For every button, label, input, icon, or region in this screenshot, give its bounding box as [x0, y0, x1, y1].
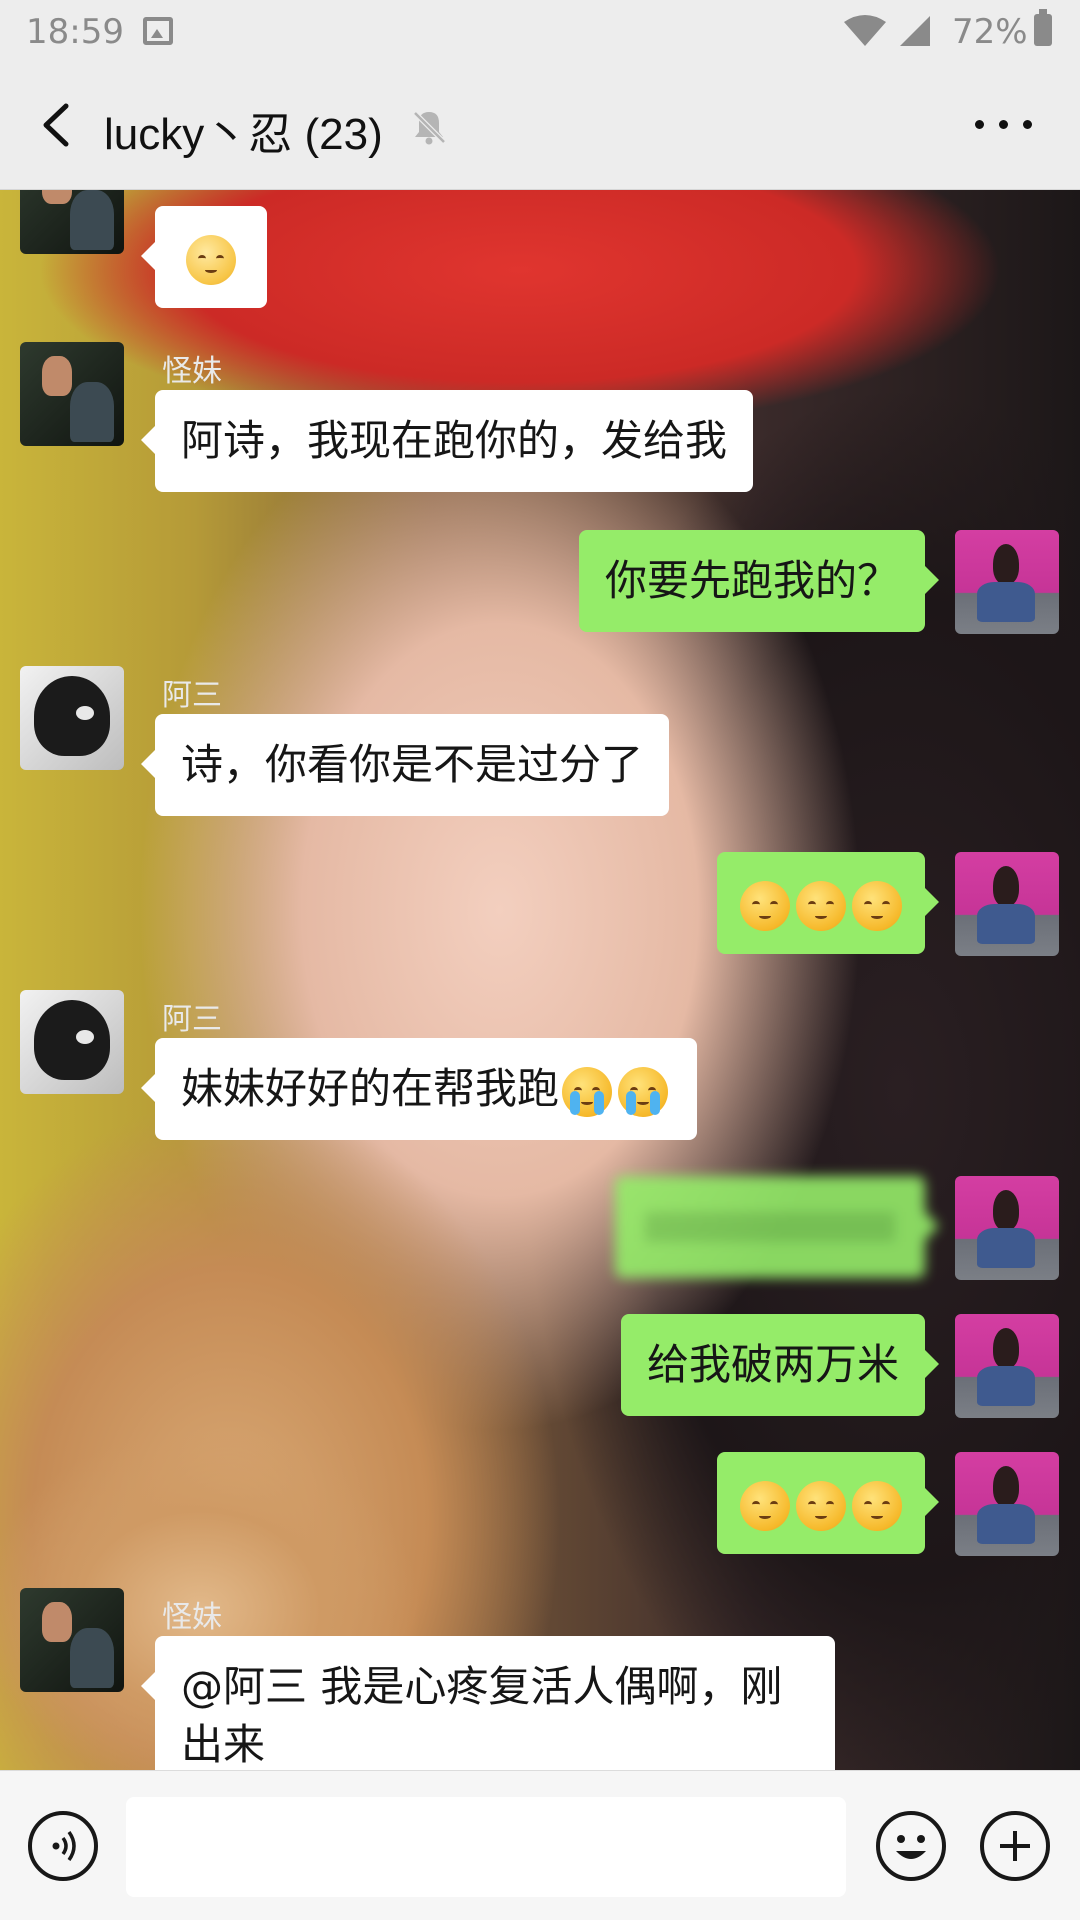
message-bubble[interactable] — [717, 1452, 939, 1554]
avatar[interactable] — [955, 1314, 1059, 1418]
smile-emoji-icon — [852, 1480, 902, 1531]
crying-emoji-icon — [618, 1066, 669, 1117]
message-input[interactable] — [126, 1797, 846, 1897]
mute-icon — [413, 111, 446, 145]
avatar[interactable] — [955, 530, 1059, 634]
avatar[interactable] — [20, 342, 124, 446]
chat-header: lucky丶忍 (23) — [0, 62, 1080, 190]
avatar[interactable] — [955, 1176, 1059, 1280]
message-bubble[interactable]: 给我破两万米 — [620, 1314, 940, 1416]
message-text: 阿诗，我现在跑你的，发给我 — [181, 416, 728, 465]
message-bubble[interactable]: 阿诗，我现在跑你的，发给我 — [140, 390, 754, 492]
emoji-icon[interactable] — [876, 1811, 946, 1881]
message-bubble[interactable]: 诗，你看你是不是过分了 — [140, 714, 670, 816]
smile-emoji-icon — [740, 1480, 790, 1531]
wifi-icon — [844, 15, 886, 46]
message-bubble[interactable]: 你要先跑我的？ — [578, 530, 940, 632]
chat-title: lucky丶忍 (23) — [104, 110, 383, 159]
battery-icon — [1034, 9, 1052, 46]
chat-area[interactable]: 怪妹 阿诗，我现在跑你的，发给我 你要先跑我的？ 阿三 诗，你看你是不是过分了 … — [0, 190, 1080, 1770]
message-bubble[interactable] — [141, 206, 267, 308]
battery-percent: 72% — [952, 12, 1028, 52]
sender-name: 阿三 — [162, 678, 222, 713]
avatar[interactable] — [20, 990, 124, 1094]
status-time: 18:59 — [26, 12, 124, 52]
status-bar: 18:59 72% — [0, 0, 1080, 62]
avatar[interactable] — [20, 1588, 124, 1692]
image-notification-icon — [143, 17, 173, 45]
message-bubble[interactable]: @阿三 我是心疼复活人偶啊，刚出来 — [141, 1636, 835, 1770]
avatar[interactable] — [955, 852, 1059, 956]
smile-emoji-icon — [740, 880, 790, 931]
message-bubble[interactable]: 妹妹好好的在帮我跑 — [140, 1038, 698, 1140]
input-bar — [0, 1770, 1080, 1920]
message-text: 给我破两万米 — [646, 1340, 899, 1389]
sender-name: 怪妹 — [162, 1600, 222, 1635]
sender-name: 怪妹 — [162, 354, 222, 389]
back-icon[interactable] — [34, 100, 84, 150]
message-bubble[interactable] — [717, 852, 939, 954]
smile-emoji-icon — [796, 880, 846, 931]
crying-emoji-icon — [562, 1066, 613, 1117]
avatar[interactable] — [20, 666, 124, 770]
avatar[interactable] — [955, 1452, 1059, 1556]
pleading-emoji-icon — [186, 234, 236, 285]
message-text: @阿三 我是心疼复活人偶啊，刚出来 — [181, 1662, 783, 1769]
message-text: 妹妹好好的在帮我跑 — [181, 1064, 560, 1113]
signal-icon — [900, 16, 930, 46]
redacted-text-block — [645, 1212, 895, 1242]
message-text: 你要先跑我的？ — [604, 556, 899, 605]
smile-emoji-icon — [852, 880, 902, 931]
sender-name: 阿三 — [162, 1002, 222, 1037]
message-text: 诗，你看你是不是过分了 — [181, 740, 644, 789]
plus-icon[interactable] — [980, 1811, 1050, 1881]
voice-icon[interactable] — [28, 1811, 98, 1881]
smile-emoji-icon — [796, 1480, 846, 1531]
more-icon[interactable] — [975, 114, 1033, 134]
avatar[interactable] — [20, 190, 124, 254]
redacted-message-bubble[interactable] — [615, 1176, 939, 1278]
